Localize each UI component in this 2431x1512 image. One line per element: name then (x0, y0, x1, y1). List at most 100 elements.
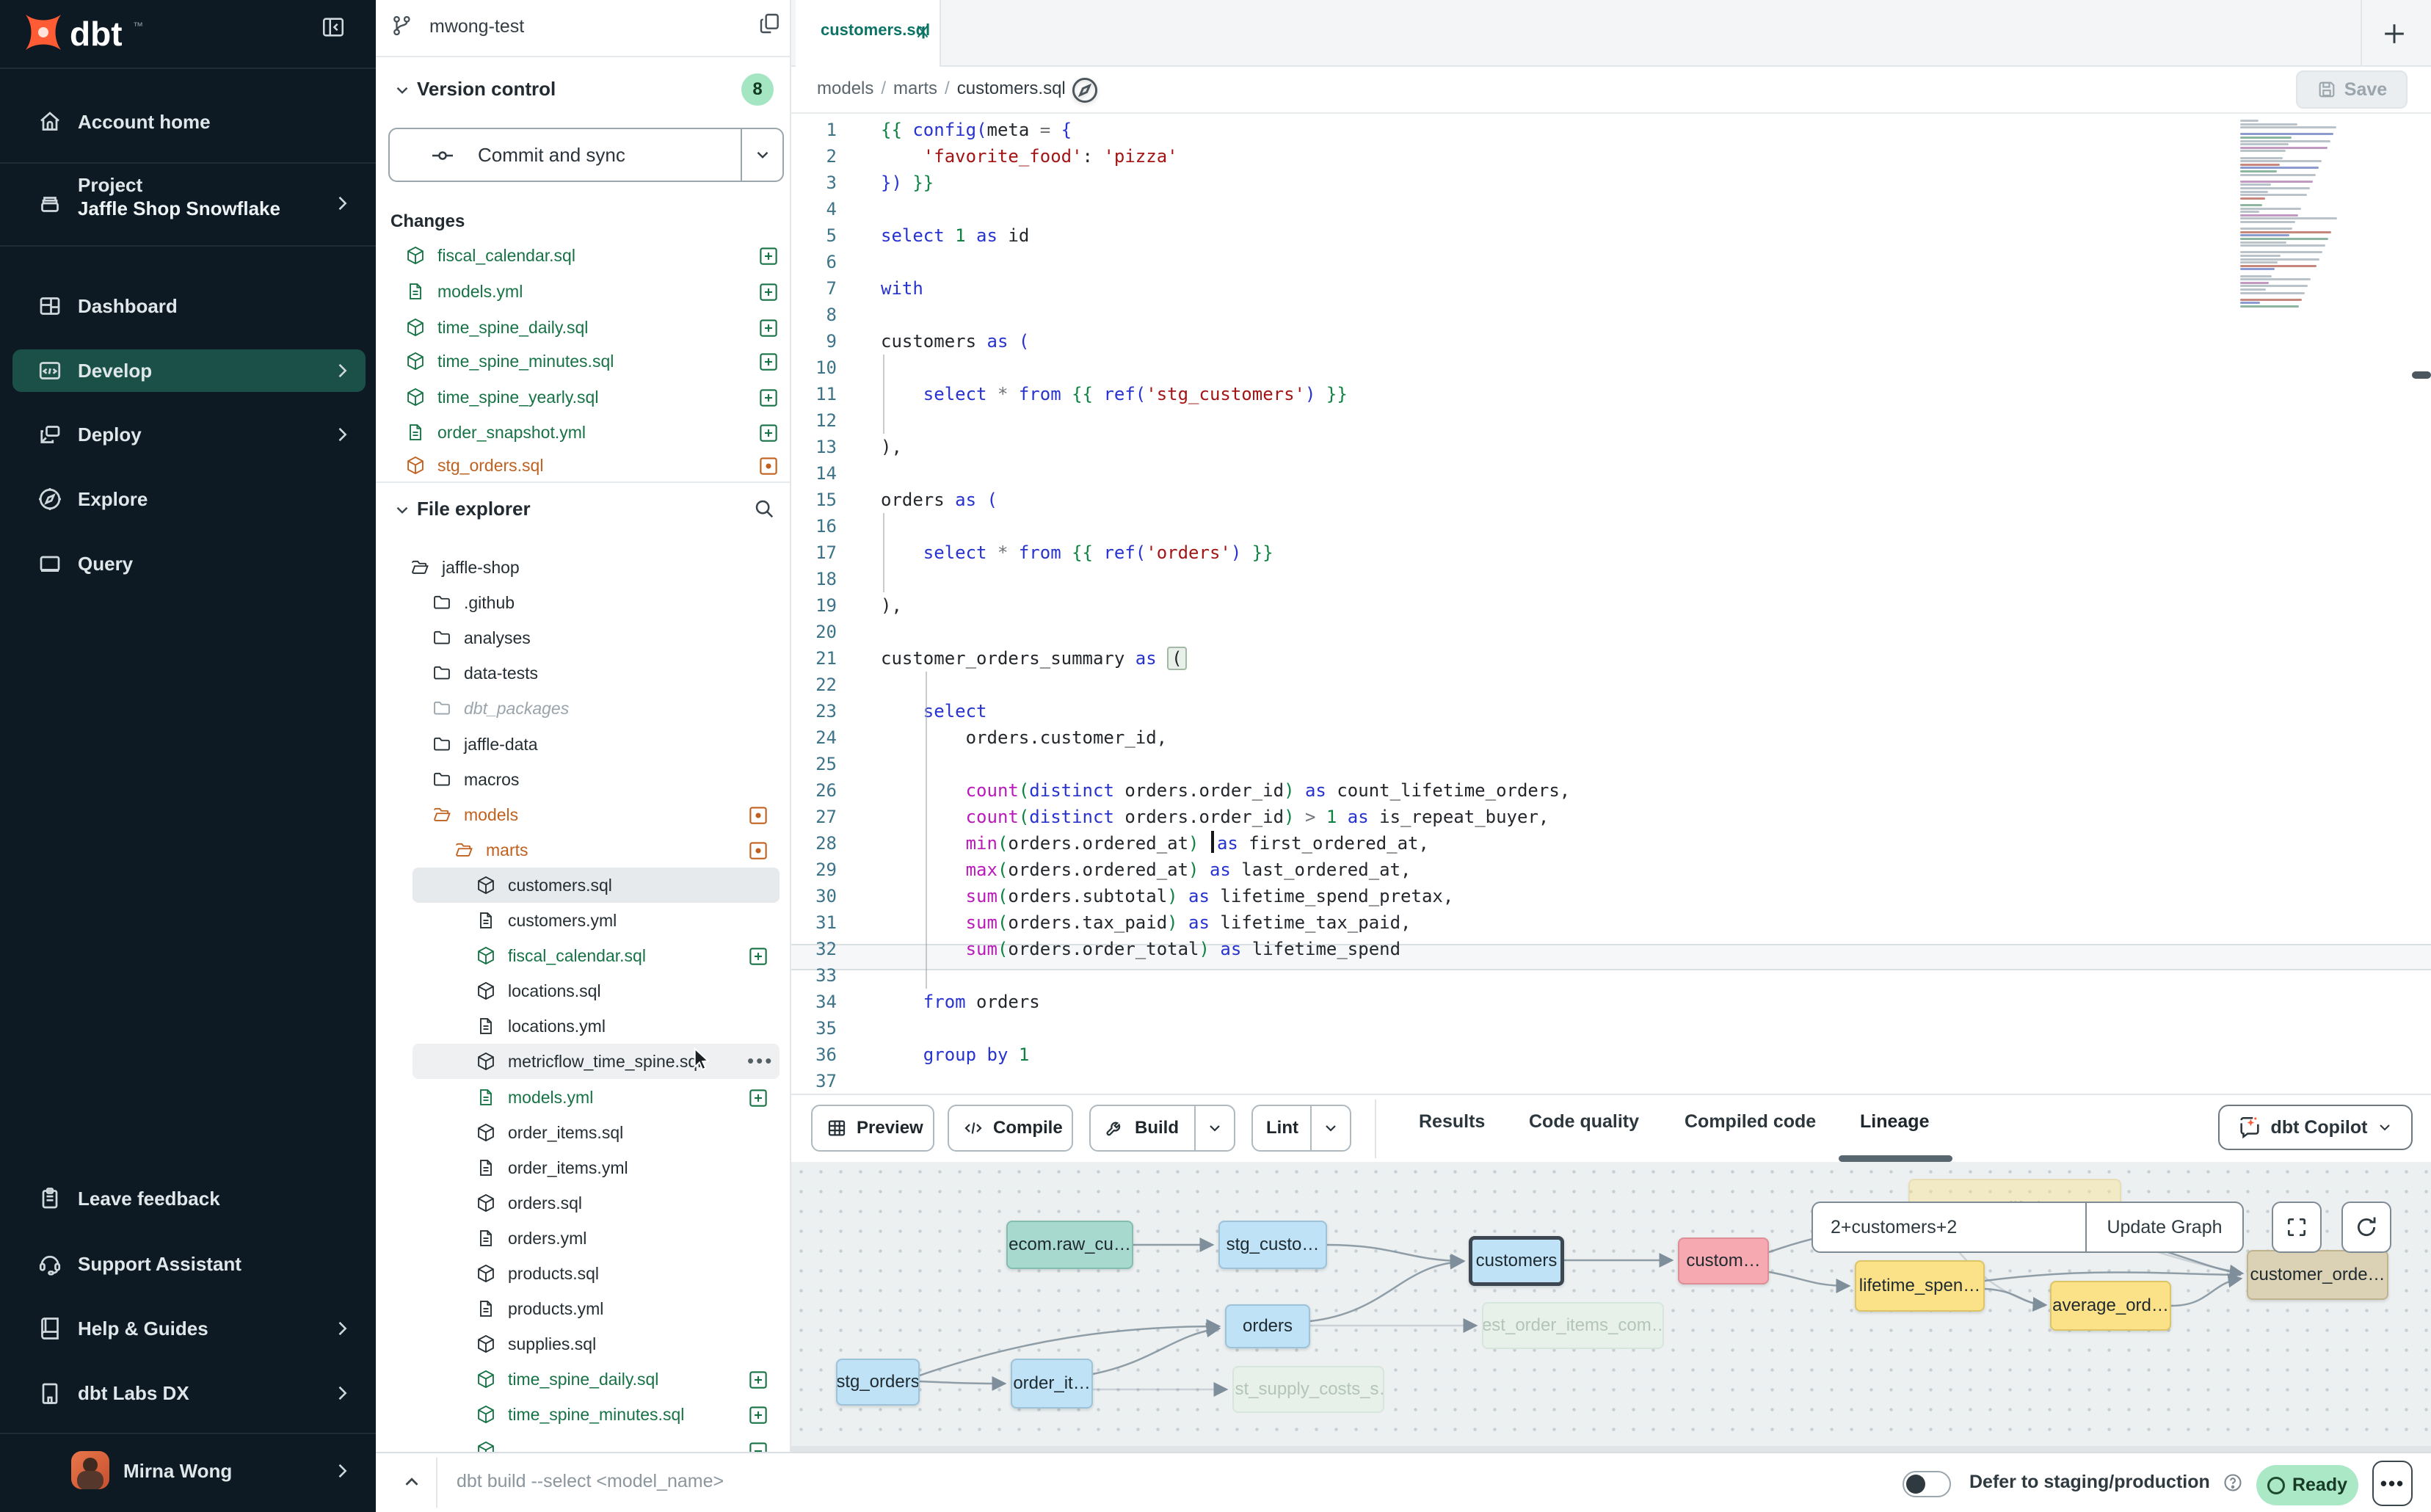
tree-item-models[interactable]: models (376, 799, 790, 831)
code-line-21[interactable]: 21customer_orders_summary as ( (791, 645, 2431, 672)
tree-item-locations.yml[interactable]: locations.yml (376, 1010, 790, 1042)
lineage-node-stg_custo[interactable]: stg_custo… (1218, 1221, 1327, 1269)
search-icon[interactable] (753, 498, 775, 520)
tree-item-products.sql[interactable]: products.sql (376, 1257, 790, 1290)
panel-tab-compiled-code[interactable]: Compiled code (1685, 1111, 1816, 1133)
lineage-node-orders[interactable]: orders (1225, 1304, 1310, 1348)
changed-file-order_snapshot.yml[interactable]: order_snapshot.yml (395, 416, 790, 448)
commit-and-sync-button[interactable]: Commit and sync (388, 128, 784, 182)
sidebar-item-deploy[interactable]: Deploy (0, 414, 376, 455)
build-options-chevron[interactable] (1194, 1106, 1234, 1150)
plus-badge[interactable] (747, 1404, 769, 1426)
code-line-37[interactable]: 37 (791, 1068, 2431, 1094)
sidebar-item-query[interactable]: Query (0, 543, 376, 584)
changed-file-fiscal_calendar.sql[interactable]: fiscal_calendar.sql (395, 239, 790, 272)
code-line-25[interactable]: 25 (791, 751, 2431, 777)
code-line-23[interactable]: 23 select (791, 698, 2431, 724)
tree-item-jaffle-data[interactable]: jaffle-data (376, 728, 790, 760)
code-line-8[interactable]: 8 (791, 302, 2431, 328)
code-line-26[interactable]: 26 count(distinct orders.order_id) as co… (791, 777, 2431, 804)
tree-item-analyses[interactable]: analyses (376, 622, 790, 654)
tree-item-time_spine_daily.sql[interactable]: time_spine_daily.sql (376, 1363, 790, 1395)
code-line-6[interactable]: 6 (791, 249, 2431, 275)
changed-file-time_spine_daily.sql[interactable]: time_spine_daily.sql (395, 311, 790, 344)
lineage-node-customers[interactable]: customers (1469, 1236, 1564, 1286)
tree-item-models.yml[interactable]: models.yml (376, 1081, 790, 1113)
explore-compass-icon[interactable] (1069, 74, 1101, 106)
lineage-node-order_it[interactable]: order_it… (1011, 1359, 1093, 1409)
code-line-11[interactable]: 11 select * from {{ ref('stg_customers')… (791, 381, 2431, 407)
lineage-node-lifetime_spen[interactable]: lifetime_spen… (1855, 1260, 1985, 1312)
stage-plus-badge[interactable] (757, 422, 780, 444)
lineage-node-average_ord[interactable]: average_ord… (2050, 1281, 2171, 1331)
preview-button[interactable]: Preview (811, 1105, 934, 1152)
close-tab-icon[interactable] (913, 22, 932, 41)
tree-item-products.yml[interactable]: products.yml (376, 1293, 790, 1325)
changed-file-time_spine_minutes.sql[interactable]: time_spine_minutes.sql (395, 345, 790, 377)
breadcrumb-models[interactable]: models (817, 79, 873, 98)
stage-plus-badge[interactable] (757, 351, 780, 373)
dot-badge[interactable] (747, 840, 769, 862)
refresh-button[interactable] (2341, 1202, 2391, 1253)
command-input[interactable]: dbt build --select <model_name> (457, 1471, 724, 1492)
sidebar-item-dashboard[interactable]: Dashboard (0, 286, 376, 327)
tree-item-marts[interactable]: marts (376, 834, 790, 866)
stage-plus-badge[interactable] (757, 317, 780, 339)
tree-item-customers.yml[interactable]: customers.yml (376, 904, 790, 937)
sidebar-item-dbt-labs-dx[interactable]: dbt Labs DX (0, 1373, 376, 1414)
collapse-sidebar-icon[interactable] (321, 15, 346, 40)
lineage-node-customer_orde[interactable]: customer_orde… (2247, 1250, 2388, 1300)
lint-options-chevron[interactable] (1310, 1106, 1350, 1150)
copy-branch-icon[interactable] (758, 12, 782, 35)
lineage-node-custom[interactable]: custom… (1678, 1237, 1769, 1284)
plus-badge[interactable] (747, 1369, 769, 1391)
panel-tab-results[interactable]: Results (1419, 1111, 1485, 1133)
defer-toggle[interactable] (1903, 1471, 1951, 1497)
code-line-33[interactable]: 33 (791, 962, 2431, 989)
tree-item-orders.sql[interactable]: orders.sql (376, 1187, 790, 1219)
sidebar-item-account-home[interactable]: Account home (0, 101, 376, 142)
plus-badge[interactable] (747, 1087, 769, 1109)
new-tab-button[interactable] (2378, 18, 2410, 50)
code-line-29[interactable]: 29 max(orders.ordered_at) as last_ordere… (791, 857, 2431, 883)
breadcrumb-file[interactable]: customers.sql (957, 79, 1066, 98)
changed-file-time_spine_yearly.sql[interactable]: time_spine_yearly.sql (395, 381, 790, 413)
dot-badge[interactable] (747, 804, 769, 826)
lineage-node-test_order_items_com[interactable]: test_order_items_com… (1482, 1302, 1664, 1349)
branch-row[interactable]: mwong-test (391, 9, 791, 47)
more-actions-icon[interactable]: ••• (747, 1050, 774, 1072)
sidebar-item-explore[interactable]: Explore (0, 479, 376, 520)
code-line-16[interactable]: 16 (791, 513, 2431, 539)
tree-item-metricflow_time_spine.sql[interactable]: metricflow_time_spine.sql••• (376, 1045, 790, 1077)
changed-file-stg_orders.sql[interactable]: stg_orders.sql (395, 449, 790, 481)
plus-badge[interactable] (747, 945, 769, 967)
code-line-31[interactable]: 31 sum(orders.tax_paid) as lifetime_tax_… (791, 909, 2431, 936)
code-line-22[interactable]: 22 (791, 672, 2431, 698)
tab-customers-sql[interactable]: customers.sql (796, 0, 941, 67)
code-line-20[interactable]: 20 (791, 619, 2431, 645)
code-line-24[interactable]: 24 orders.customer_id, (791, 724, 2431, 751)
changed-file-models.yml[interactable]: models.yml (395, 275, 790, 308)
tree-item-order_items.yml[interactable]: order_items.yml (376, 1152, 790, 1184)
lineage-node-ecomraw_cu[interactable]: ecom.raw_cu… (1006, 1221, 1133, 1269)
build-button[interactable]: Build (1089, 1105, 1235, 1152)
code-line-27[interactable]: 27 count(distinct orders.order_id) > 1 a… (791, 804, 2431, 830)
code-line-5[interactable]: 5select 1 as id (791, 222, 2431, 249)
sidebar-item-project[interactable]: ProjectJaffle Shop Snowflake (0, 183, 376, 250)
code-line-10[interactable]: 10 (791, 355, 2431, 381)
expand-command-bar-icon[interactable] (401, 1471, 423, 1493)
editor-scrollbar-thumb[interactable] (2412, 371, 2431, 379)
sidebar-item-support-assistant[interactable]: Support Assistant (0, 1243, 376, 1284)
tree-item-.github[interactable]: .github (376, 586, 790, 619)
commit-options-chevron-icon[interactable] (753, 145, 772, 164)
lineage-selector-input[interactable]: 2+customers+2 (1812, 1202, 2085, 1253)
panel-tab-code-quality[interactable]: Code quality (1529, 1111, 1639, 1133)
code-line-15[interactable]: 15orders as ( (791, 487, 2431, 513)
code-line-17[interactable]: 17 select * from {{ ref('orders') }} (791, 539, 2431, 566)
code-line-1[interactable]: 1{{ config(meta = { (791, 117, 2431, 143)
lint-button[interactable]: Lint (1251, 1105, 1351, 1152)
chevron-down-icon[interactable] (393, 81, 412, 100)
chevron-down-icon[interactable] (393, 501, 412, 520)
stage-dot-badge[interactable] (757, 455, 780, 477)
minus-badge[interactable] (747, 1440, 769, 1453)
